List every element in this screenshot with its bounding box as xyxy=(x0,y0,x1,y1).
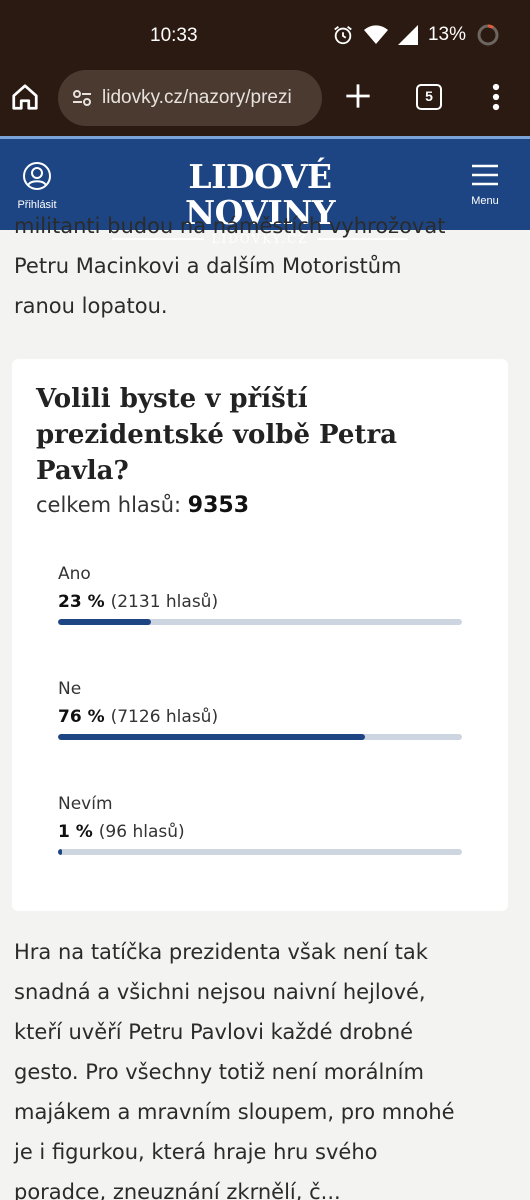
poll-total-label: celkem hlasů: xyxy=(36,493,182,517)
poll-option-stats: 1 % (96 hlasů) xyxy=(58,820,484,844)
tabs-button[interactable]: 5 xyxy=(416,84,442,110)
poll-progress-track xyxy=(58,734,462,740)
text-line: kteří uvěří Petru Pavlovi každé drobné xyxy=(14,1020,414,1044)
wifi-icon xyxy=(363,25,388,44)
poll-option-percent: 23 % xyxy=(58,592,105,612)
poll-option[interactable]: Ne 76 % (7126 hlasů) xyxy=(58,677,484,792)
poll-progress-fill xyxy=(58,734,366,740)
poll-progress-fill xyxy=(58,619,151,625)
menu-button[interactable]: Menu xyxy=(462,163,508,207)
home-icon[interactable] xyxy=(10,82,40,112)
poll-total: celkem hlasů: 9353 xyxy=(36,493,484,518)
poll-options: Ano 23 % (2131 hlasů) Ne 76 % (7126 hlasů)… xyxy=(36,562,484,907)
text-line: Hra na tatíčka prezidenta však není tak xyxy=(14,940,428,964)
text-line: militanti budou na náměstích vyhrožovat xyxy=(14,214,446,238)
battery-icon xyxy=(477,24,499,46)
text-line: gesto. Pro všechny totiž není morálním xyxy=(14,1060,424,1084)
status-time: 10:33 xyxy=(150,25,198,46)
alarm-icon xyxy=(334,26,352,45)
poll-card: Volili byste v příští prezidentské volbě… xyxy=(12,359,508,911)
poll-option-votes: (2131 hlasů) xyxy=(110,592,219,612)
url-text[interactable]: lidovky.cz/nazory/prezi xyxy=(102,87,292,109)
poll-progress-fill xyxy=(58,849,63,855)
poll-progress-track xyxy=(58,619,462,625)
login-button[interactable]: Přihlásit xyxy=(12,161,62,211)
poll-progress-track xyxy=(58,849,462,855)
battery-percent: 13% xyxy=(427,24,466,45)
poll-option-votes: (96 hlasů) xyxy=(98,822,185,842)
poll-option[interactable]: Nevím 1 % (96 hlasů) xyxy=(58,792,484,907)
text-line: je i figurkou, která hraje hru svého xyxy=(14,1140,378,1164)
article-body-top: militanti budou na náměstích vyhrožovat … xyxy=(0,214,530,326)
status-icons: 13% xyxy=(332,23,500,47)
poll-option-stats: 76 % (7126 hlasů) xyxy=(58,705,484,729)
article-paragraph: militanti budou na náměstích vyhrožovat … xyxy=(0,206,530,326)
status-bar: 10:33 13% xyxy=(0,0,530,68)
poll-option-stats: 23 % (2131 hlasů) xyxy=(58,590,484,614)
poll-option-percent: 1 % xyxy=(58,822,93,842)
poll-option-label: Ne xyxy=(58,679,82,699)
signal-icon xyxy=(397,25,418,45)
plus-icon[interactable] xyxy=(344,82,372,110)
url-bar[interactable]: lidovky.cz/nazory/prezi xyxy=(58,70,322,126)
article-body-bottom: Hra na tatíčka prezidenta však není tak … xyxy=(0,932,530,1200)
text-line: majákem a mravním sloupem, pro mnohé xyxy=(14,1100,455,1124)
article-paragraph: Hra na tatíčka prezidenta však není tak … xyxy=(0,932,530,1200)
text-line: snadná a všichni nejsou naivní hejlové, xyxy=(14,980,426,1004)
site-settings-icon[interactable] xyxy=(70,86,94,110)
poll-option-label: Ano xyxy=(58,564,91,584)
poll-question: Volili byste v příští prezidentské volbě… xyxy=(36,384,397,486)
text-line: ranou lopatou. xyxy=(14,294,168,318)
poll-option-percent: 76 % xyxy=(58,707,105,727)
text-line: poradce, zneuznání zkrnělí, č... xyxy=(14,1180,341,1200)
poll-option-votes: (7126 hlasů) xyxy=(110,707,219,727)
more-vert-icon[interactable] xyxy=(486,82,506,112)
poll-option-label: Nevím xyxy=(58,794,113,814)
hamburger-icon xyxy=(472,164,498,186)
text-line: Petru Macinkovi a dalším Motoristům xyxy=(14,254,402,278)
user-icon xyxy=(23,162,51,190)
poll-total-votes: 9353 xyxy=(187,493,250,518)
browser-toolbar: lidovky.cz/nazory/prezi 5 xyxy=(0,68,530,136)
poll-option[interactable]: Ano 23 % (2131 hlasů) xyxy=(58,562,484,677)
